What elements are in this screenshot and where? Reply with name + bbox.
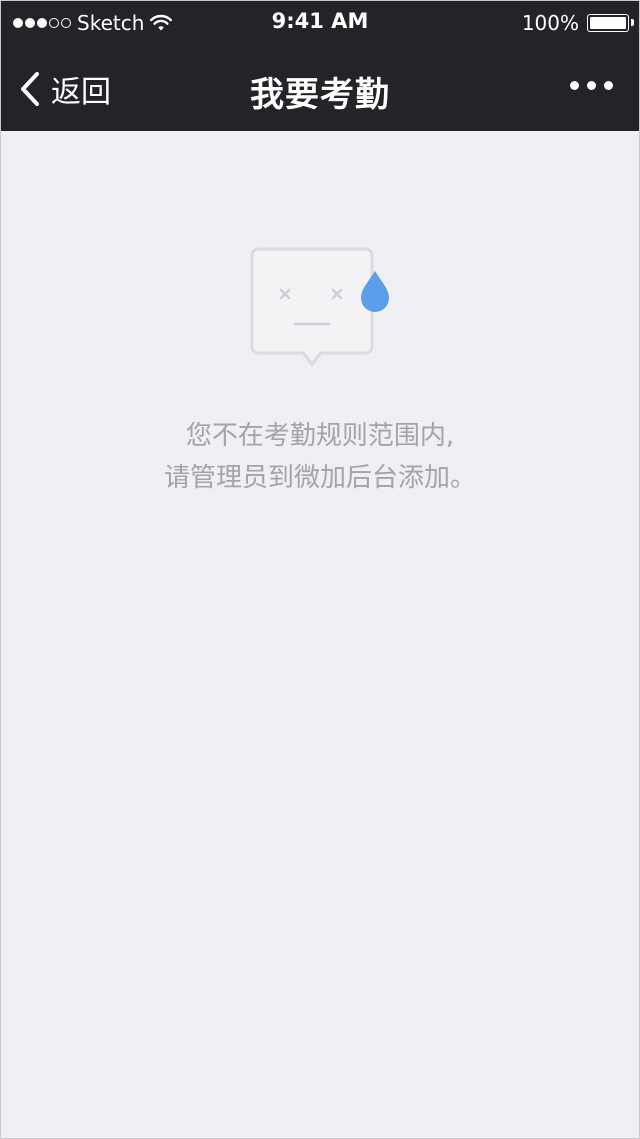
more-dots-icon (604, 81, 613, 90)
battery-percentage: 100% (521, 11, 579, 35)
more-dots-icon (570, 81, 579, 90)
message-line-1: 您不在考勤规则范围内, (185, 421, 455, 451)
app-screen: Sketch 9:41 AM 100% 返回 我要考勤 您不在考勤规则范围内, … (0, 0, 640, 1139)
battery-fill (590, 17, 626, 29)
battery-icon (587, 14, 634, 32)
empty-state-message: 您不在考勤规则范围内, 请管理员到微加后台添加。 (1, 415, 639, 499)
message-line-2: 请管理员到微加后台添加。 (163, 463, 476, 493)
sad-face-sweat-icon (250, 247, 389, 366)
more-button[interactable] (570, 81, 613, 90)
status-right: 100% (521, 10, 634, 36)
battery-tip (631, 19, 634, 26)
navigation-bar: 返回 我要考勤 (1, 45, 639, 131)
more-dots-icon (587, 81, 596, 90)
page-title: 我要考勤 (250, 75, 390, 115)
content-area: 您不在考勤规则范围内, 请管理员到微加后台添加。 (1, 131, 639, 1138)
status-bar: Sketch 9:41 AM 100% (1, 1, 639, 45)
